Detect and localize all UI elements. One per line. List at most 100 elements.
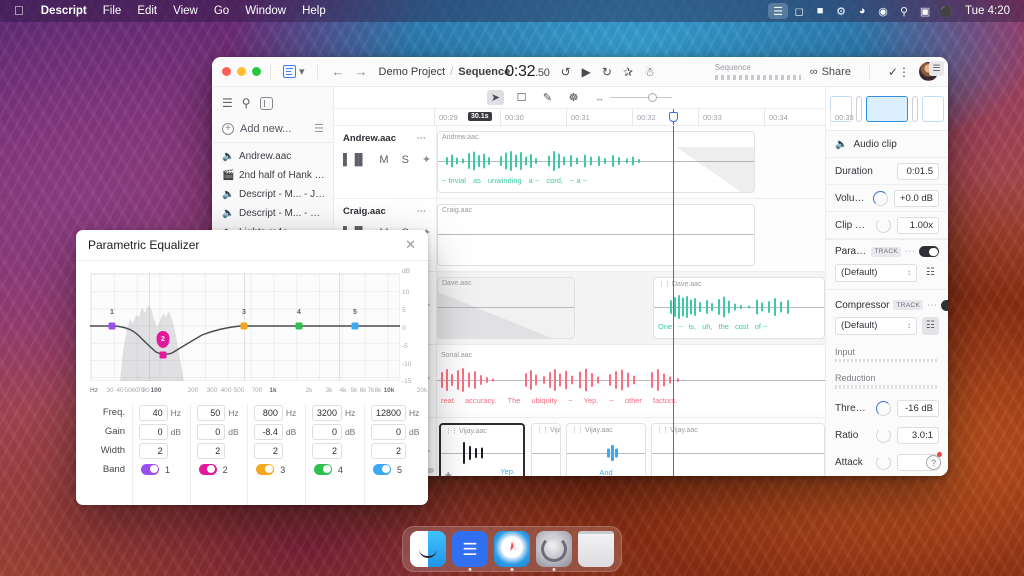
effect-name-eq[interactable]: Parametric Equali... [835, 246, 867, 257]
menu-item-file[interactable]: File [95, 2, 130, 20]
lane-vijay[interactable]: ⋮⋮ Vijay.aac Yep. ✚ ⋮⋮ Vija ⋮⋮ Vijay.aac… [437, 418, 825, 476]
clip-thumb-selected[interactable] [866, 95, 908, 122]
lane-dave[interactable]: Dave.aac ⋮⋮ Dave.aac One ~ is, uh, the c… [437, 272, 825, 345]
clip-vijay-2[interactable]: ⋮⋮Vijay.aac [531, 423, 561, 476]
keyboard-input-icon[interactable]: ■ [810, 3, 830, 19]
eq-width-input-5[interactable]: 2 [370, 442, 406, 459]
filter-icon[interactable]: ☰ [314, 122, 324, 135]
playhead-handle[interactable] [669, 112, 678, 122]
dock-trash[interactable] [578, 531, 614, 567]
eq-gain-input-3[interactable]: -8.4 [254, 423, 283, 440]
zoom-slider-track[interactable] [610, 92, 672, 102]
hamburger-menu-icon[interactable]: ☰ [222, 96, 233, 110]
timeline-ruler[interactable]: 00:29 00:30 00:31 00:32 00:33 00:34 00:3… [334, 109, 854, 126]
more-options-icon[interactable]: ⋯ [905, 246, 915, 257]
track-waveform-icon[interactable]: ▌▐▌ [343, 154, 366, 166]
crop-tool[interactable]: ☐ [513, 90, 530, 105]
spotlight-search-icon[interactable]: ⚲ [894, 3, 914, 19]
list-item[interactable]: 🔈 Descript - M... - Julian.wav [212, 185, 333, 204]
ratio-knob[interactable] [876, 428, 891, 444]
eq-width-input-4[interactable]: 2 [311, 442, 342, 459]
microphone-icon[interactable]: ☃ [644, 66, 655, 78]
clip-speed-value[interactable]: 1.00x [897, 216, 939, 234]
clip-vijay-3[interactable]: ⋮⋮ Vijay.aac And [566, 423, 646, 476]
more-options-icon[interactable]: ⋯ [927, 300, 937, 311]
list-item[interactable]: 🎬 2nd half of Hank Green.mp4 [212, 166, 333, 185]
eq-handle-3[interactable] [240, 322, 248, 330]
dock-app-finder[interactable] [410, 531, 446, 567]
threshold-knob[interactable] [876, 401, 891, 417]
battery-icon[interactable]: ◉ [873, 3, 893, 19]
breadcrumb-sequence[interactable]: Sequence [458, 66, 510, 78]
select-tool[interactable]: ➤ [487, 90, 504, 105]
playhead-ruler[interactable] [669, 109, 678, 125]
help-icon[interactable]: ? [926, 455, 941, 470]
menu-item-view[interactable]: View [165, 2, 206, 20]
more-options-icon[interactable]: ⋯ [417, 206, 428, 217]
eq-gain-input-4[interactable]: 0 [311, 423, 342, 440]
menu-item-window[interactable]: Window [237, 2, 294, 20]
eq-gain-input-1[interactable]: 0 [139, 423, 168, 440]
threshold-value[interactable]: -16 dB [897, 400, 939, 418]
effect-name-compressor[interactable]: Compressor [835, 300, 889, 311]
sidebar-panel-icon[interactable] [259, 96, 273, 110]
sliders-icon[interactable]: ☷ [922, 264, 939, 282]
screen-recording-icon[interactable]: ▣ [915, 3, 935, 19]
clip-thumb-next[interactable] [922, 95, 944, 122]
hand-tool[interactable]: ☸ [565, 90, 582, 105]
volume-value[interactable]: +0.0 dB [893, 189, 939, 207]
dock-app-system-preferences[interactable] [536, 531, 572, 571]
menu-bar-clock[interactable]: Tue 4:20 [957, 5, 1016, 17]
maximize-window-button[interactable] [252, 67, 261, 76]
eq-band-toggle-2[interactable] [198, 464, 217, 475]
move-handle-icon[interactable]: ✚ [445, 471, 452, 476]
eq-band-toggle-5[interactable] [372, 464, 391, 475]
minimize-window-button[interactable] [237, 67, 246, 76]
eq-width-input-2[interactable]: 2 [196, 442, 226, 459]
track-lanes[interactable]: Andrew.aac ~ trivial as unwinding a ~ co… [437, 126, 825, 476]
share-button[interactable]: ∞ Share [810, 66, 851, 78]
eq-width-input-1[interactable]: 2 [139, 442, 168, 459]
volume-knob[interactable] [872, 190, 888, 206]
menu-item-descript[interactable]: Descript [33, 2, 95, 20]
more-options-icon[interactable]: ⋯ [417, 133, 428, 144]
magic-effects-icon[interactable]: ✰ [623, 66, 633, 78]
eq-gain-input-5[interactable]: 0 [370, 423, 406, 440]
dock-app-safari[interactable] [494, 531, 530, 571]
clip-speed-knob[interactable] [876, 217, 891, 233]
forward-button[interactable]: → [350, 64, 373, 79]
eq-freq-input-2[interactable]: 50 [196, 404, 226, 421]
add-new-button[interactable]: + Add new... ☰ [212, 118, 333, 143]
list-item[interactable]: 🔈 Descript - M... - Hunter.wav [212, 204, 333, 223]
play-icon[interactable]: ▶ [582, 66, 591, 78]
clip-dave-b[interactable]: ⋮⋮ Dave.aac One ~ is, uh, the cost of ~ [653, 277, 825, 339]
eq-freq-input-1[interactable]: 40 [139, 404, 168, 421]
eq-freq-input-5[interactable]: 12800 [370, 404, 406, 421]
zoom-slider-knob[interactable] [648, 92, 657, 102]
attack-knob[interactable] [876, 455, 891, 471]
mute-button[interactable]: M [379, 154, 388, 166]
check-circle-icon[interactable]: ✓⋮ [888, 66, 910, 78]
magic-wand-icon[interactable]: ✦ [422, 153, 431, 166]
siri-icon[interactable]: ⚫ [936, 3, 956, 19]
clip-dave-a[interactable]: Dave.aac [437, 277, 575, 339]
apple-icon[interactable]:  [8, 4, 33, 18]
eq-gain-input-2[interactable]: 0 [196, 423, 226, 440]
ratio-value[interactable]: 3.0:1 [897, 427, 939, 445]
close-icon[interactable]: ✕ [405, 237, 416, 253]
clip-vijay-4[interactable]: ⋮⋮ Vijay.aac [651, 423, 825, 476]
eq-freq-input-3[interactable]: 800 [254, 404, 283, 421]
eq-width-input-3[interactable]: 2 [254, 442, 283, 459]
effect-toggle-compressor[interactable] [941, 299, 948, 311]
breadcrumb-project[interactable]: Demo Project [379, 66, 446, 78]
back-button[interactable]: ← [327, 64, 350, 79]
dock-app-descript[interactable]: ☰ [452, 531, 488, 571]
effect-preset-select-eq[interactable]: (Default) ↕ [835, 263, 917, 282]
search-icon[interactable]: ⚲ [242, 96, 251, 110]
eq-freq-input-4[interactable]: 3200 [311, 404, 342, 421]
lane-andrew[interactable]: Andrew.aac ~ trivial as unwinding a ~ co… [437, 126, 825, 199]
eq-response-graph[interactable]: 1 2 3 4 5 dB 10 5 0 -5 -10 -15 [90, 268, 411, 385]
lane-craig[interactable]: Craig.aac [437, 199, 825, 272]
track-header-andrew[interactable]: Andrew.aac ⋯ ▌▐▌ M S ✦ [334, 126, 436, 199]
razor-tool[interactable]: ✎ [539, 90, 556, 105]
